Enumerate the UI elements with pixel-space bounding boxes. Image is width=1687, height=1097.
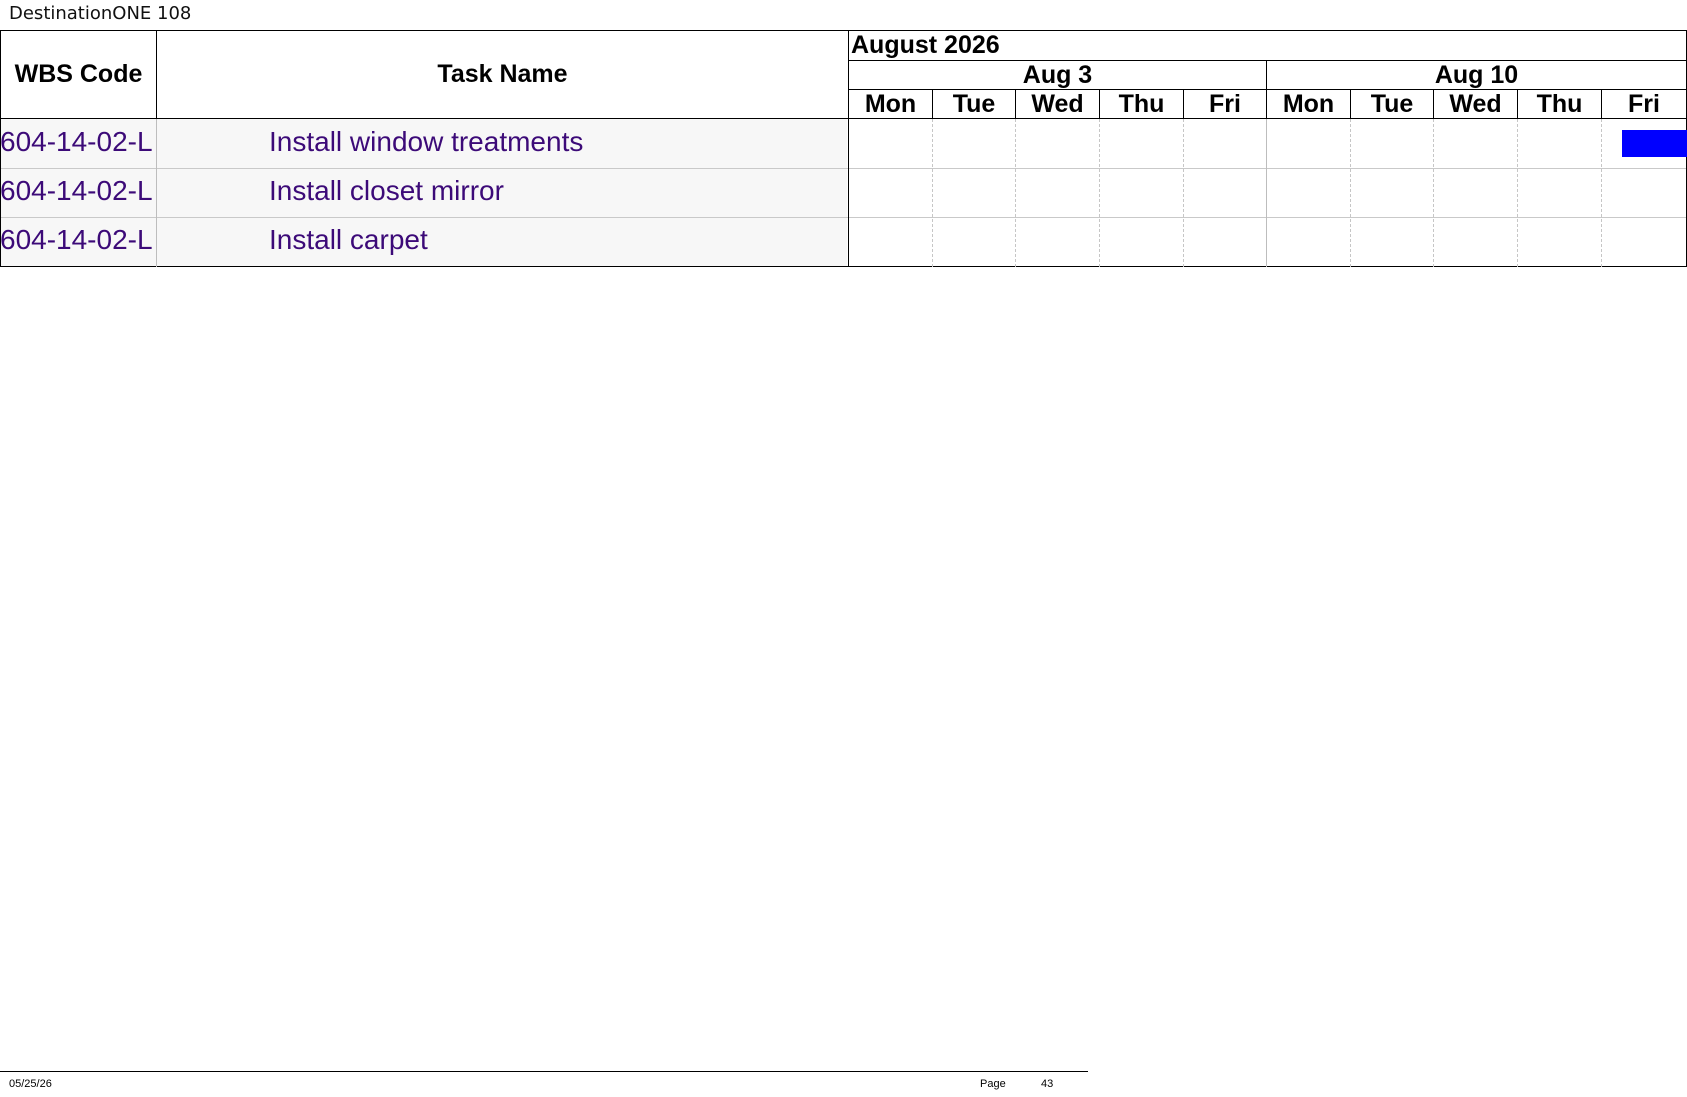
footer-page-label: Page bbox=[980, 1078, 1006, 1090]
header-day: Mon bbox=[1282, 89, 1335, 118]
task-name-cell: Install window treatments bbox=[269, 126, 584, 157]
header-task-name: Task Name bbox=[437, 60, 568, 88]
header-wbs-code: WBS Code bbox=[14, 60, 143, 88]
header-day: Thu bbox=[1118, 89, 1165, 118]
project-title: DestinationONE 108 bbox=[9, 3, 192, 24]
header-week: Aug 3 bbox=[1022, 60, 1093, 89]
day-gridline bbox=[1350, 119, 1351, 267]
day-gridline bbox=[1015, 119, 1016, 267]
task-name-cell: Install carpet bbox=[269, 224, 428, 255]
day-gridline bbox=[932, 119, 933, 267]
footer-date: 05/25/26 bbox=[9, 1078, 52, 1090]
header-month: August 2026 bbox=[851, 31, 1000, 59]
header-day: Fri bbox=[1628, 89, 1660, 118]
footer-divider bbox=[0, 1071, 1088, 1072]
day-gridline bbox=[1517, 119, 1518, 267]
header-day: Thu bbox=[1536, 89, 1583, 118]
header-day: Tue bbox=[1370, 89, 1414, 118]
day-gridline bbox=[1601, 119, 1602, 267]
day-gridline bbox=[1099, 119, 1100, 267]
day-gridline bbox=[1433, 119, 1434, 267]
wbs-code-cell: 604-14-02-L bbox=[0, 175, 153, 206]
wbs-column-border-body bbox=[156, 119, 157, 267]
wbs-code-cell: 604-14-02-L bbox=[0, 126, 153, 157]
header-day: Fri bbox=[1209, 89, 1241, 118]
footer-page-number: 43 bbox=[1041, 1078, 1054, 1090]
wbs-code-cell: 604-14-02-L bbox=[0, 224, 153, 255]
gantt-bar[interactable] bbox=[1622, 130, 1687, 157]
header-day: Tue bbox=[952, 89, 996, 118]
task-name-cell: Install closet mirror bbox=[269, 175, 504, 206]
day-gridline bbox=[1183, 119, 1184, 267]
header-day: Wed bbox=[1031, 89, 1084, 118]
header-day: Mon bbox=[864, 89, 917, 118]
header-week: Aug 10 bbox=[1434, 60, 1519, 89]
header-day: Wed bbox=[1449, 89, 1502, 118]
week-separator-body bbox=[1266, 119, 1267, 267]
